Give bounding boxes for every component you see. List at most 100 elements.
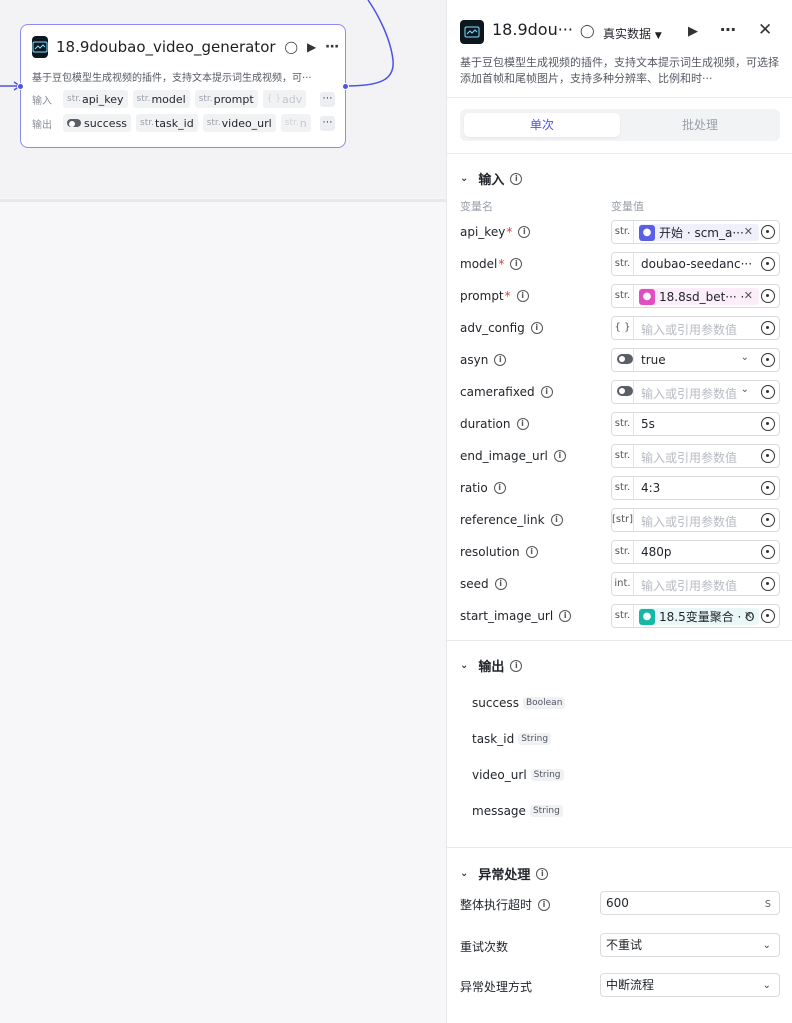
input-chip[interactable]: str. prompt — [194, 90, 258, 108]
input-section-header[interactable]: ⌄ 输入 i — [460, 169, 523, 188]
tab-batch[interactable]: 批处理 — [622, 113, 778, 137]
output-chip[interactable]: str. n — [280, 114, 311, 132]
variable-reference[interactable]: ● 开始 · scm_a··· — [639, 224, 759, 241]
reference-variable-icon[interactable] — [761, 321, 775, 335]
trial-run-icon[interactable]: ◯ — [580, 24, 595, 39]
input-chip[interactable]: str. model — [132, 90, 190, 108]
type-selector[interactable]: str. — [612, 445, 634, 467]
param-value-input[interactable]: str. ● 18.8sd_bet··· · ✕ — [611, 284, 780, 308]
run-icon[interactable]: ▶ — [307, 41, 316, 53]
param-value-input[interactable]: str. doubao-seedanc··· — [611, 252, 780, 276]
info-icon[interactable]: i — [493, 482, 506, 494]
variable-reference[interactable]: ● 18.8sd_bet··· · — [639, 288, 759, 305]
param-value-input[interactable]: 输入或引用参数值 ⌄ — [611, 380, 780, 404]
param-value-input[interactable]: str. 5s — [611, 412, 780, 436]
param-value-input[interactable]: str. 4:3 — [611, 476, 780, 500]
trial-run-icon[interactable]: ◯ — [285, 41, 298, 53]
info-icon[interactable]: i — [518, 226, 531, 238]
info-icon[interactable]: i — [540, 386, 553, 398]
reference-variable-icon[interactable] — [761, 385, 775, 399]
type-selector[interactable]: int. — [612, 573, 634, 595]
boolean-type-icon[interactable] — [612, 381, 634, 403]
clear-icon[interactable]: ✕ — [744, 225, 753, 238]
param-name: ratio i — [460, 481, 506, 495]
info-icon[interactable]: i — [559, 610, 572, 622]
variable-reference[interactable]: ● 18.5变量聚合 · O — [639, 608, 759, 625]
output-chip[interactable]: success — [63, 114, 132, 132]
reference-variable-icon[interactable] — [761, 417, 775, 431]
param-value-input[interactable]: true ⌄ — [611, 348, 780, 372]
type-selector[interactable]: str. — [612, 413, 634, 435]
reference-variable-icon[interactable] — [761, 609, 775, 623]
info-icon[interactable]: i — [536, 867, 549, 880]
more-icon[interactable]: ⋯ — [325, 40, 339, 54]
info-icon[interactable]: i — [494, 578, 507, 590]
reference-variable-icon[interactable] — [761, 577, 775, 591]
output-port[interactable] — [342, 83, 349, 90]
info-icon[interactable]: i — [530, 322, 543, 334]
reference-variable-icon[interactable] — [761, 353, 775, 367]
type-selector[interactable]: { } — [612, 317, 634, 339]
param-name: asyn i — [460, 353, 507, 367]
handler-select[interactable]: 中断流程 ⌄ — [600, 973, 780, 997]
input-chip[interactable]: str. api_key — [63, 90, 128, 108]
param-value-input[interactable]: str. ● 开始 · scm_a··· ✕ — [611, 220, 780, 244]
info-icon[interactable]: i — [550, 514, 563, 526]
type-selector[interactable]: str. — [612, 285, 634, 307]
reference-variable-icon[interactable] — [761, 225, 775, 239]
outputs-more-button[interactable]: ⋯ — [320, 115, 335, 131]
reference-variable-icon[interactable] — [761, 257, 775, 271]
output-section-header[interactable]: ⌄ 输出 i — [460, 656, 523, 675]
inputs-more-button[interactable]: ⋯ — [320, 91, 335, 107]
info-icon[interactable]: i — [510, 258, 523, 270]
error-section-header[interactable]: ⌄ 异常处理 i — [460, 864, 549, 883]
reference-variable-icon[interactable] — [761, 449, 775, 463]
chevron-down-icon[interactable]: ⌄ — [741, 384, 749, 395]
info-icon[interactable]: i — [510, 172, 523, 185]
tab-single[interactable]: 单次 — [464, 113, 620, 137]
type-selector[interactable]: str. — [612, 221, 634, 243]
input-port[interactable] — [17, 83, 24, 90]
handler-row: 异常处理方式 中断流程 ⌄ — [447, 973, 792, 999]
clear-icon[interactable]: ✕ — [744, 609, 753, 622]
info-icon[interactable]: i — [516, 418, 529, 430]
reference-variable-icon[interactable] — [761, 481, 775, 495]
type-selector[interactable]: str. — [612, 605, 634, 627]
type-selector[interactable]: str. — [612, 541, 634, 563]
output-item: task_id String — [472, 732, 552, 746]
reference-variable-icon[interactable] — [761, 513, 775, 527]
video-generator-node[interactable]: 18.9doubao_video_generator ◯ ▶ ⋯ 基于豆包模型生… — [17, 24, 349, 148]
param-value-input[interactable]: str. ● 18.5变量聚合 · O ✕ — [611, 604, 780, 628]
more-icon[interactable]: ⋯ — [720, 20, 736, 39]
param-value-input[interactable]: str. 480p — [611, 540, 780, 564]
type-selector[interactable]: str. — [612, 477, 634, 499]
info-icon[interactable]: i — [516, 290, 529, 302]
info-icon[interactable]: i — [538, 898, 551, 911]
info-icon[interactable]: i — [553, 450, 566, 462]
chevron-down-icon[interactable]: ⌄ — [741, 352, 749, 363]
reference-variable-icon[interactable] — [761, 289, 775, 303]
clear-icon[interactable]: ✕ — [744, 289, 753, 302]
type-selector[interactable]: [str] — [612, 509, 634, 531]
reference-variable-icon[interactable] — [761, 545, 775, 559]
param-value-input[interactable]: str. 输入或引用参数值 — [611, 444, 780, 468]
info-icon[interactable]: i — [525, 546, 538, 558]
param-name: start_image_url i — [460, 609, 572, 623]
info-icon[interactable]: i — [494, 354, 507, 366]
param-value-input[interactable]: [str] 输入或引用参数值 — [611, 508, 780, 532]
output-chip[interactable]: str. task_id — [136, 114, 198, 132]
data-mode-select[interactable]: 真实数据 ▼ — [603, 25, 662, 42]
retry-select[interactable]: 不重试 ⌄ — [600, 933, 780, 957]
boolean-type-icon[interactable] — [612, 349, 634, 371]
info-icon[interactable]: i — [510, 659, 523, 672]
type-selector[interactable]: str. — [612, 253, 634, 275]
run-icon[interactable]: ▶ — [688, 24, 698, 39]
close-icon[interactable]: ✕ — [758, 20, 772, 40]
param-value-input[interactable]: int. 输入或引用参数值 — [611, 572, 780, 596]
timeout-input[interactable]: 600 s — [600, 891, 780, 915]
column-header-name: 变量名 — [460, 200, 493, 213]
output-chip[interactable]: str. video_url — [202, 114, 276, 132]
input-chip[interactable]: { } adv — [262, 90, 307, 108]
param-value-input[interactable]: { } 输入或引用参数值 — [611, 316, 780, 340]
output-item: video_url String — [472, 768, 564, 782]
